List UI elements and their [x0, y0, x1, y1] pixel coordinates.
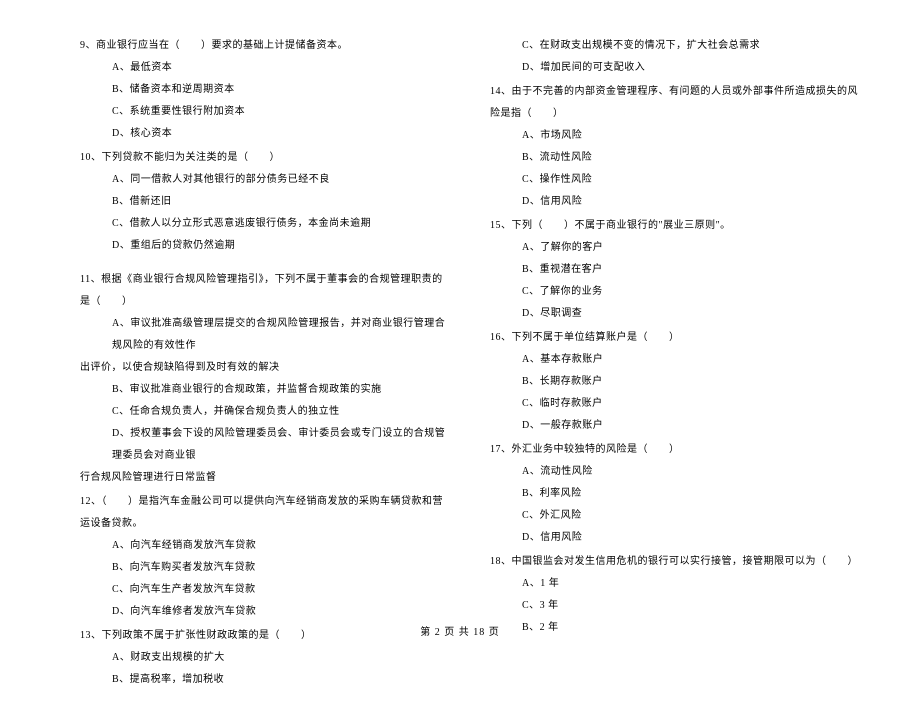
right-column: C、在财政支出规模不变的情况下，扩大社会总需求 D、增加民间的可支配收入 14、…: [480, 35, 860, 693]
question-text: 15、下列（ ）不属于商业银行的"展业三原则"。: [490, 215, 860, 237]
option-d: D、一般存款账户: [490, 415, 860, 437]
question-text: 12、（ ）是指汽车金融公司可以提供向汽车经销商发放的采购车辆贷款和营运设备贷款…: [80, 491, 450, 535]
option-c: C、临时存款账户: [490, 393, 860, 415]
option-c: C、3 年: [490, 595, 860, 617]
option-d-line2: 行合规风险管理进行日常监督: [80, 467, 450, 489]
question-15: 15、下列（ ）不属于商业银行的"展业三原则"。 A、了解你的客户 B、重视潜在…: [490, 215, 860, 325]
option-b: B、重视潜在客户: [490, 259, 860, 281]
question-11: 11、根据《商业银行合规风险管理指引》，下列不属于董事会的合规管理职责的是（ ）…: [80, 269, 450, 489]
option-d: D、重组后的贷款仍然逾期: [80, 235, 450, 257]
option-c: C、了解你的业务: [490, 281, 860, 303]
question-9: 9、商业银行应当在（ ）要求的基础上计提储备资本。 A、最低资本 B、储备资本和…: [80, 35, 450, 145]
question-13-cont: C、在财政支出规模不变的情况下，扩大社会总需求 D、增加民间的可支配收入: [490, 35, 860, 79]
question-16: 16、下列不属于单位结算账户是（ ） A、基本存款账户 B、长期存款账户 C、临…: [490, 327, 860, 437]
question-14: 14、由于不完善的内部资金管理程序、有问题的人员或外部事件所造成损失的风险是指（…: [490, 81, 860, 213]
question-text: 17、外汇业务中较独特的风险是（ ）: [490, 439, 860, 461]
page-content: 9、商业银行应当在（ ）要求的基础上计提储备资本。 A、最低资本 B、储备资本和…: [0, 0, 920, 703]
option-b: B、审议批准商业银行的合规政策，并监督合规政策的实施: [80, 379, 450, 401]
option-a: A、向汽车经销商发放汽车贷款: [80, 535, 450, 557]
question-text: 10、下列贷款不能归为关注类的是（ ）: [80, 147, 450, 169]
option-d: D、尽职调查: [490, 303, 860, 325]
question-text: 16、下列不属于单位结算账户是（ ）: [490, 327, 860, 349]
option-d: D、向汽车维修者发放汽车贷款: [80, 601, 450, 623]
question-text: 11、根据《商业银行合规风险管理指引》，下列不属于董事会的合规管理职责的是（ ）: [80, 269, 450, 313]
option-b: B、向汽车购买者发放汽车贷款: [80, 557, 450, 579]
option-c: C、系统重要性银行附加资本: [80, 101, 450, 123]
option-b: B、流动性风险: [490, 147, 860, 169]
option-a-line1: A、审议批准高级管理层提交的合规风险管理报告，并对商业银行管理合规风险的有效性作: [80, 313, 450, 357]
option-a: A、1 年: [490, 573, 860, 595]
option-a-line2: 出评价，以使合规缺陷得到及时有效的解决: [80, 357, 450, 379]
option-a: A、最低资本: [80, 57, 450, 79]
page-footer: 第 2 页 共 18 页: [0, 623, 920, 638]
option-a: A、同一借款人对其他银行的部分债务已经不良: [80, 169, 450, 191]
option-d: D、信用风险: [490, 191, 860, 213]
option-a: A、市场风险: [490, 125, 860, 147]
option-a: A、财政支出规模的扩大: [80, 647, 450, 669]
left-column: 9、商业银行应当在（ ）要求的基础上计提储备资本。 A、最低资本 B、储备资本和…: [80, 35, 480, 693]
option-a: A、了解你的客户: [490, 237, 860, 259]
option-b: B、储备资本和逆周期资本: [80, 79, 450, 101]
option-b: B、借新还旧: [80, 191, 450, 213]
question-text: 14、由于不完善的内部资金管理程序、有问题的人员或外部事件所造成损失的风险是指（…: [490, 81, 860, 125]
question-10: 10、下列贷款不能归为关注类的是（ ） A、同一借款人对其他银行的部分债务已经不…: [80, 147, 450, 257]
question-text: 9、商业银行应当在（ ）要求的基础上计提储备资本。: [80, 35, 450, 57]
option-b: B、长期存款账户: [490, 371, 860, 393]
option-b: B、提高税率，增加税收: [80, 669, 450, 691]
option-a: A、流动性风险: [490, 461, 860, 483]
question-12: 12、（ ）是指汽车金融公司可以提供向汽车经销商发放的采购车辆贷款和营运设备贷款…: [80, 491, 450, 623]
option-c: C、操作性风险: [490, 169, 860, 191]
option-c: C、借款人以分立形式恶意逃废银行债务，本金尚未逾期: [80, 213, 450, 235]
option-c: C、外汇风险: [490, 505, 860, 527]
option-c: C、任命合规负责人，并确保合规负责人的独立性: [80, 401, 450, 423]
option-d: D、核心资本: [80, 123, 450, 145]
option-d: D、增加民间的可支配收入: [490, 57, 860, 79]
option-c: C、向汽车生产者发放汽车贷款: [80, 579, 450, 601]
option-a: A、基本存款账户: [490, 349, 860, 371]
option-c: C、在财政支出规模不变的情况下，扩大社会总需求: [490, 35, 860, 57]
question-text: 18、中国银监会对发生信用危机的银行可以实行接管，接管期限可以为（ ）: [490, 551, 860, 573]
option-d: D、信用风险: [490, 527, 860, 549]
option-b: B、利率风险: [490, 483, 860, 505]
question-17: 17、外汇业务中较独特的风险是（ ） A、流动性风险 B、利率风险 C、外汇风险…: [490, 439, 860, 549]
option-d-line1: D、授权董事会下设的风险管理委员会、审计委员会或专门设立的合规管理委员会对商业银: [80, 423, 450, 467]
